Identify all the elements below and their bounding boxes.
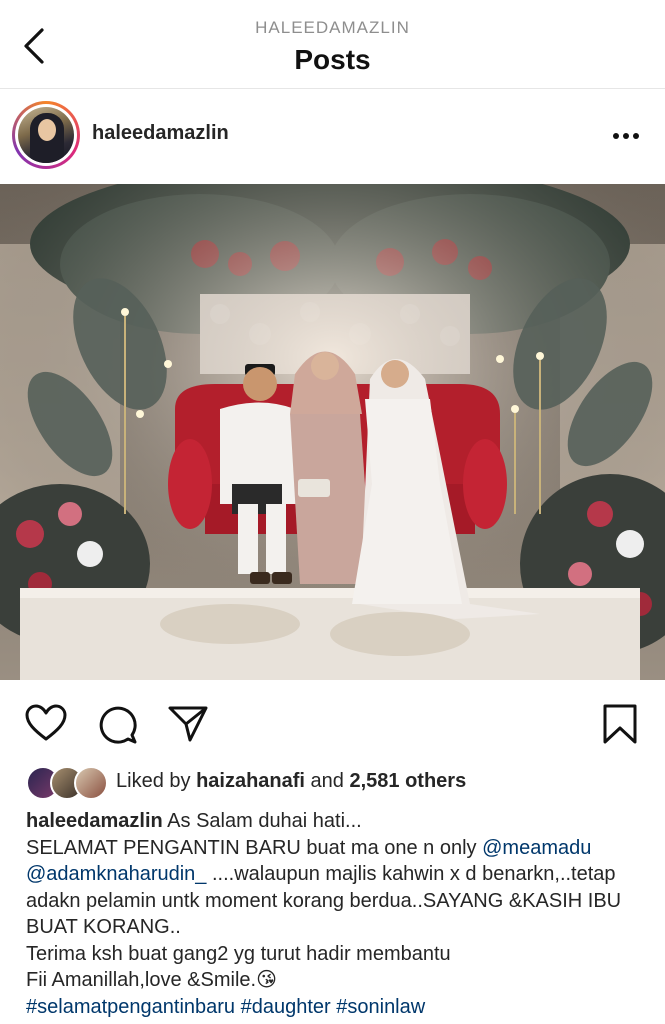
more-options-icon[interactable] bbox=[610, 126, 642, 146]
mention-link[interactable]: @adamknaharudin_ bbox=[26, 863, 206, 885]
likes-and: and bbox=[310, 770, 344, 792]
liker-avatar bbox=[74, 766, 108, 800]
share-icon[interactable] bbox=[166, 702, 210, 746]
likes-count[interactable]: 2,581 others bbox=[349, 770, 466, 792]
top-bar: HALEEDAMAZLIN Posts bbox=[0, 0, 665, 89]
caption-line3: Terima ksh buat gang2 yg turut hadir mem… bbox=[26, 942, 451, 965]
caption-line4: Fii Amanillah,love &Smile. bbox=[26, 969, 257, 991]
likes-text: Liked by haizahanafi and 2,581 others bbox=[116, 770, 466, 793]
caption-text: SELAMAT PENGANTIN BARU buat ma one n onl… bbox=[26, 836, 477, 859]
avatar[interactable] bbox=[12, 101, 80, 169]
kiss-emoji-icon: 😘 bbox=[256, 969, 277, 991]
bookmark-icon[interactable] bbox=[598, 702, 642, 746]
hashtag-link[interactable]: #daughter bbox=[241, 996, 331, 1018]
action-bar bbox=[0, 690, 665, 756]
hashtag-link[interactable]: #soninlaw bbox=[336, 996, 425, 1018]
likes-row[interactable]: Liked by haizahanafi and 2,581 others bbox=[0, 764, 665, 800]
mention-link[interactable]: @meamadu bbox=[482, 837, 591, 859]
page-title: Posts bbox=[294, 44, 371, 75]
post-caption: haleedamazlin As Salam duhai hati... SEL… bbox=[26, 808, 646, 1020]
caption-line1: As Salam duhai hati... bbox=[167, 810, 362, 832]
avatar-image bbox=[18, 107, 74, 163]
hashtag-link[interactable]: #selamatpengantinbaru bbox=[26, 996, 235, 1018]
account-name: HALEEDAMAZLIN bbox=[255, 18, 410, 37]
wedding-photo-illustration bbox=[0, 184, 665, 680]
liker-username[interactable]: haizahanafi bbox=[196, 770, 305, 792]
likes-prefix: Liked by bbox=[116, 770, 191, 792]
caption-username[interactable]: haleedamazlin bbox=[26, 810, 163, 832]
comment-icon[interactable] bbox=[95, 702, 139, 746]
heart-icon[interactable] bbox=[24, 702, 68, 746]
post-image[interactable] bbox=[0, 184, 665, 680]
post-username[interactable]: haleedamazlin bbox=[92, 122, 229, 145]
post-header: haleedamazlin bbox=[0, 88, 665, 184]
